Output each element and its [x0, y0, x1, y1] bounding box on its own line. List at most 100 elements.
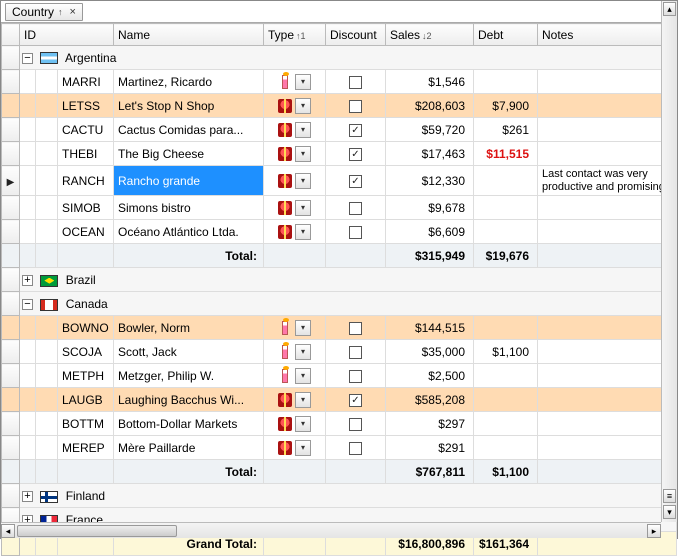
- cell-sales: $291: [386, 436, 474, 460]
- scroll-left-button[interactable]: ◂: [1, 524, 15, 538]
- expand-icon[interactable]: +: [22, 491, 33, 502]
- discount-checkbox[interactable]: [349, 226, 362, 239]
- cell-sales: $6,609: [386, 220, 474, 244]
- table-row[interactable]: ▶ RANCH Rancho grande ▾ $12,330 Last con…: [2, 166, 677, 196]
- cell-name[interactable]: Simons bistro: [114, 196, 264, 220]
- cell-id: THEBI: [58, 142, 114, 166]
- discount-checkbox[interactable]: [349, 418, 362, 431]
- cell-name[interactable]: Cactus Comidas para...: [114, 118, 264, 142]
- dropdown-icon[interactable]: ▾: [295, 146, 311, 162]
- cell-id: LAUGB: [58, 388, 114, 412]
- cell-name[interactable]: Metzger, Philip W.: [114, 364, 264, 388]
- discount-checkbox[interactable]: [349, 370, 362, 383]
- column-header-type[interactable]: Type↑1: [264, 24, 326, 46]
- cell-notes: [538, 70, 677, 94]
- column-header-debt[interactable]: Debt: [474, 24, 538, 46]
- cell-name[interactable]: Laughing Bacchus Wi...: [114, 388, 264, 412]
- total-debt: $19,676: [474, 244, 538, 268]
- horizontal-scrollbar[interactable]: ◂ ▸: [1, 522, 661, 538]
- customer-type-icon: [282, 369, 288, 383]
- scrollbar-thumb[interactable]: [17, 525, 177, 537]
- sort-asc-icon: ↑1: [296, 31, 306, 41]
- dropdown-icon[interactable]: ▾: [295, 440, 311, 456]
- cell-sales: $59,720: [386, 118, 474, 142]
- table-row[interactable]: LETSS Let's Stop N Shop ▾ $208,603 $7,90…: [2, 94, 677, 118]
- cell-id: METPH: [58, 364, 114, 388]
- discount-checkbox[interactable]: [349, 148, 362, 161]
- dropdown-icon[interactable]: ▾: [295, 98, 311, 114]
- collapse-icon[interactable]: −: [22, 299, 33, 310]
- cell-name[interactable]: Mère Paillarde: [114, 436, 264, 460]
- table-row[interactable]: BOWNO Bowler, Norm ▾ $144,515: [2, 316, 677, 340]
- table-row[interactable]: OCEAN Océano Atlántico Ltda. ▾ $6,609: [2, 220, 677, 244]
- cell-name[interactable]: The Big Cheese: [114, 142, 264, 166]
- discount-checkbox[interactable]: [349, 346, 362, 359]
- column-header-sales[interactable]: Sales↓2: [386, 24, 474, 46]
- discount-checkbox[interactable]: [349, 202, 362, 215]
- column-header-discount[interactable]: Discount: [326, 24, 386, 46]
- group-chip-country[interactable]: Country ↑ ×: [5, 3, 83, 21]
- dropdown-icon[interactable]: ▾: [295, 224, 311, 240]
- cell-sales: $12,330: [386, 166, 474, 196]
- dropdown-icon[interactable]: ▾: [295, 416, 311, 432]
- discount-checkbox[interactable]: [349, 76, 362, 89]
- cell-notes: [538, 142, 677, 166]
- column-header-name[interactable]: Name: [114, 24, 264, 46]
- customer-type-icon: [278, 99, 292, 113]
- table-row[interactable]: LAUGB Laughing Bacchus Wi... ▾ $585,208: [2, 388, 677, 412]
- column-header-notes[interactable]: Notes: [538, 24, 677, 46]
- customer-type-icon: [278, 393, 292, 407]
- table-row[interactable]: MEREP Mère Paillarde ▾ $291: [2, 436, 677, 460]
- table-row[interactable]: SCOJA Scott, Jack ▾ $35,000 $1,100: [2, 340, 677, 364]
- dropdown-icon[interactable]: ▾: [295, 344, 311, 360]
- scroll-top-button[interactable]: ▴: [663, 2, 676, 16]
- table-row[interactable]: METPH Metzger, Philip W. ▾ $2,500: [2, 364, 677, 388]
- discount-checkbox[interactable]: [349, 442, 362, 455]
- group-row-brazil[interactable]: + Brazil: [2, 268, 677, 292]
- group-row-canada[interactable]: − Canada: [2, 292, 677, 316]
- expand-icon[interactable]: +: [22, 275, 33, 286]
- vertical-scrollbar[interactable]: ▴ ≡ ▾: [661, 1, 677, 522]
- filter-panel-button[interactable]: ≡: [663, 489, 676, 503]
- discount-checkbox[interactable]: [349, 394, 362, 407]
- scrollbar-track[interactable]: [17, 524, 645, 538]
- table-row[interactable]: BOTTM Bottom-Dollar Markets ▾ $297: [2, 412, 677, 436]
- cell-name[interactable]: Martinez, Ricardo: [114, 70, 264, 94]
- dropdown-icon[interactable]: ▾: [295, 200, 311, 216]
- cell-name[interactable]: Bowler, Norm: [114, 316, 264, 340]
- dropdown-icon[interactable]: ▾: [295, 74, 311, 90]
- cell-id: OCEAN: [58, 220, 114, 244]
- table-row[interactable]: THEBI The Big Cheese ▾ $17,463 $11,515: [2, 142, 677, 166]
- collapse-icon[interactable]: −: [22, 53, 33, 64]
- group-row-finland[interactable]: + Finland: [2, 484, 677, 508]
- cell-name[interactable]: Let's Stop N Shop: [114, 94, 264, 118]
- cell-debt: $7,900: [474, 94, 538, 118]
- close-icon[interactable]: ×: [67, 6, 76, 18]
- dropdown-icon[interactable]: ▾: [295, 368, 311, 384]
- scroll-right-button[interactable]: ▸: [647, 524, 661, 538]
- cell-id: LETSS: [58, 94, 114, 118]
- discount-checkbox[interactable]: [349, 124, 362, 137]
- group-label: Finland: [66, 489, 105, 503]
- column-header-id[interactable]: ID: [20, 24, 114, 46]
- table-row[interactable]: MARRI Martinez, Ricardo ▾ $1,546: [2, 70, 677, 94]
- group-row-argentina[interactable]: − Argentina: [2, 46, 677, 70]
- cell-name[interactable]: Océano Atlántico Ltda.: [114, 220, 264, 244]
- customize-button[interactable]: ▾: [663, 505, 676, 519]
- cell-name[interactable]: Scott, Jack: [114, 340, 264, 364]
- table-row[interactable]: SIMOB Simons bistro ▾ $9,678: [2, 196, 677, 220]
- discount-checkbox[interactable]: [349, 322, 362, 335]
- discount-checkbox[interactable]: [349, 175, 362, 188]
- dropdown-icon[interactable]: ▾: [295, 173, 311, 189]
- dropdown-icon[interactable]: ▾: [295, 122, 311, 138]
- discount-checkbox[interactable]: [349, 100, 362, 113]
- cell-id: SIMOB: [58, 196, 114, 220]
- dropdown-icon[interactable]: ▾: [295, 320, 311, 336]
- dropdown-icon[interactable]: ▾: [295, 392, 311, 408]
- table-row[interactable]: CACTU Cactus Comidas para... ▾ $59,720 $…: [2, 118, 677, 142]
- group-label: Brazil: [66, 273, 96, 287]
- cell-name[interactable]: Bottom-Dollar Markets: [114, 412, 264, 436]
- cell-type[interactable]: ▾: [264, 70, 326, 94]
- cell-name[interactable]: Rancho grande: [114, 166, 264, 196]
- cell-notes: [538, 94, 677, 118]
